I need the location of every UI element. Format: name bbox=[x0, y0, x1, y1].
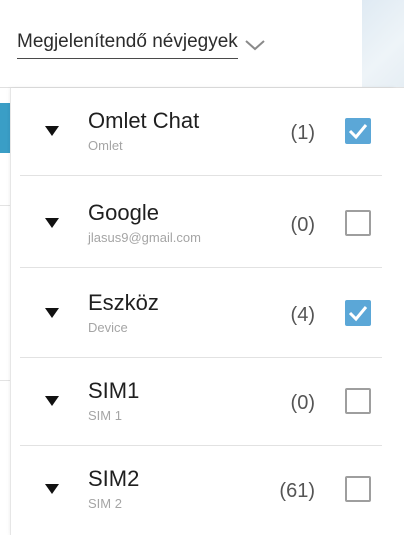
right-gutter bbox=[393, 88, 404, 535]
account-type: SIM 2 bbox=[88, 496, 122, 511]
account-name: SIM2 bbox=[88, 466, 140, 491]
account-type: SIM 1 bbox=[88, 408, 122, 423]
header: Megjelenítendő névjegyek bbox=[0, 0, 404, 88]
account-checkbox[interactable] bbox=[345, 300, 371, 326]
account-row-sim1[interactable]: SIM1 SIM 1 (0) bbox=[10, 358, 392, 446]
account-row-sim2[interactable]: SIM2 SIM 2 (61) bbox=[10, 446, 392, 534]
account-email: jlasus9@gmail.com bbox=[88, 230, 201, 245]
contact-count: (1) bbox=[290, 122, 315, 144]
check-icon bbox=[348, 306, 368, 322]
account-row-omlet-chat[interactable]: Omlet Chat Omlet (1) bbox=[10, 88, 392, 176]
contact-count: (0) bbox=[290, 392, 315, 414]
account-type: Omlet bbox=[88, 138, 123, 153]
account-checkbox[interactable] bbox=[345, 210, 371, 236]
background-selected-indicator bbox=[0, 103, 10, 153]
expand-triangle-icon[interactable] bbox=[45, 126, 59, 136]
row-divider bbox=[20, 267, 382, 268]
chevron-down-icon bbox=[245, 40, 265, 51]
header-background-image bbox=[362, 0, 404, 87]
expand-triangle-icon[interactable] bbox=[45, 218, 59, 228]
background-list-edge bbox=[0, 88, 10, 535]
contacts-display-dropdown[interactable]: Megjelenítendő névjegyek bbox=[17, 30, 266, 64]
account-checkbox[interactable] bbox=[345, 388, 371, 414]
account-name: Omlet Chat bbox=[88, 108, 200, 133]
expand-triangle-icon[interactable] bbox=[45, 484, 59, 494]
expand-triangle-icon[interactable] bbox=[45, 308, 59, 318]
background-divider bbox=[0, 380, 10, 381]
account-name: Eszköz bbox=[88, 290, 159, 315]
account-name: Google bbox=[88, 200, 159, 225]
screen: Megjelenítendő névjegyek Omlet Chat Omle… bbox=[0, 0, 404, 535]
account-row-google[interactable]: Google jlasus9@gmail.com (0) bbox=[10, 180, 392, 268]
account-checkbox[interactable] bbox=[345, 118, 371, 144]
contact-count: (4) bbox=[290, 304, 315, 326]
account-name: SIM1 bbox=[88, 378, 140, 403]
dropdown-label: Megjelenítendő névjegyek bbox=[17, 30, 238, 59]
row-divider bbox=[20, 175, 382, 176]
check-icon bbox=[348, 124, 368, 140]
background-divider bbox=[0, 205, 10, 206]
contact-count: (61) bbox=[279, 480, 315, 502]
account-row-eszkoz[interactable]: Eszköz Device (4) bbox=[10, 270, 392, 358]
expand-triangle-icon[interactable] bbox=[45, 396, 59, 406]
account-type: Device bbox=[88, 320, 128, 335]
account-checkbox[interactable] bbox=[345, 476, 371, 502]
contact-count: (0) bbox=[290, 214, 315, 236]
